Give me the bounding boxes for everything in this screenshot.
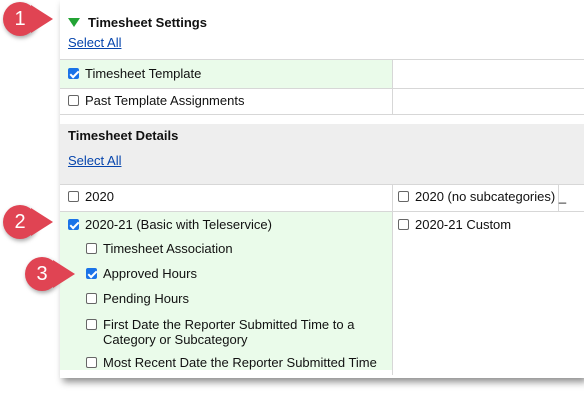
column-divider [392, 60, 393, 114]
option-label: Pending Hours [103, 291, 189, 306]
sub-option-most-recent-date[interactable]: Most Recent Date the Reporter Submitted … [86, 355, 386, 371]
marker-number: 2 [14, 210, 26, 233]
section-title: Timesheet Details [68, 128, 179, 143]
divider [60, 114, 584, 115]
option-label: 2020 [85, 189, 114, 204]
checkbox[interactable] [86, 243, 97, 254]
divider [60, 184, 584, 185]
sub-option-timesheet-association[interactable]: Timesheet Association [86, 241, 386, 257]
callout-marker-2: 2 [3, 205, 37, 239]
divider [60, 59, 584, 60]
checkbox[interactable] [398, 219, 409, 230]
marker-number: 1 [14, 7, 26, 30]
option-label: First Date the Reporter Submitted Time t… [103, 317, 355, 332]
divider [60, 211, 584, 212]
option-2020[interactable]: 2020 [68, 189, 368, 205]
sub-option-pending-hours[interactable]: Pending Hours [86, 291, 386, 307]
option-label: Past Template Assignments [85, 93, 245, 108]
option-2020-21-custom[interactable]: 2020-21 Custom [398, 217, 584, 233]
callout-marker-3: 3 [25, 257, 59, 291]
checkbox[interactable] [86, 293, 97, 304]
checkbox[interactable] [86, 319, 97, 330]
option-label: Most Recent Date the Reporter Submitted … [103, 355, 377, 370]
past-template-assignments-option[interactable]: Past Template Assignments [68, 93, 368, 109]
marker-number: 3 [36, 262, 48, 285]
checkbox-checked[interactable] [86, 268, 97, 279]
checkbox[interactable] [68, 95, 79, 106]
select-all-link[interactable]: Select All [68, 35, 121, 50]
option-label: Timesheet Association [103, 241, 233, 256]
option-label: 2020-21 Custom [415, 217, 512, 232]
checkbox-checked[interactable] [68, 219, 79, 230]
section-title: Timesheet Settings [88, 15, 207, 30]
timesheet-template-option[interactable]: Timesheet Template [68, 66, 368, 82]
option-2020-21-basic[interactable]: 2020-21 (Basic with Teleservice) [68, 217, 388, 233]
option-label: 2020-21 (Basic with Teleservice) [85, 217, 272, 232]
sub-option-approved-hours[interactable]: Approved Hours [86, 266, 386, 282]
divider [60, 88, 584, 89]
option-label: Timesheet Template [85, 66, 202, 81]
option-label: 2020 (no subcategories) _ [415, 189, 567, 204]
checkbox[interactable] [86, 357, 97, 368]
callout-marker-1: 1 [3, 2, 37, 36]
option-label-line2: Category or Subcategory [103, 332, 248, 347]
option-2020-no-subcategories[interactable]: 2020 (no subcategories) _ [398, 189, 584, 205]
column-divider [392, 185, 393, 375]
sub-option-first-date[interactable]: First Date the Reporter Submitted Time t… [86, 317, 386, 349]
collapse-triangle-icon[interactable] [68, 18, 80, 27]
timesheet-settings-panel: Timesheet Settings Select All Timesheet … [60, 0, 584, 378]
checkbox[interactable] [68, 191, 79, 202]
select-all-link[interactable]: Select All [68, 153, 121, 168]
option-label: Approved Hours [103, 266, 197, 281]
checkbox-checked[interactable] [68, 68, 79, 79]
checkbox[interactable] [398, 191, 409, 202]
